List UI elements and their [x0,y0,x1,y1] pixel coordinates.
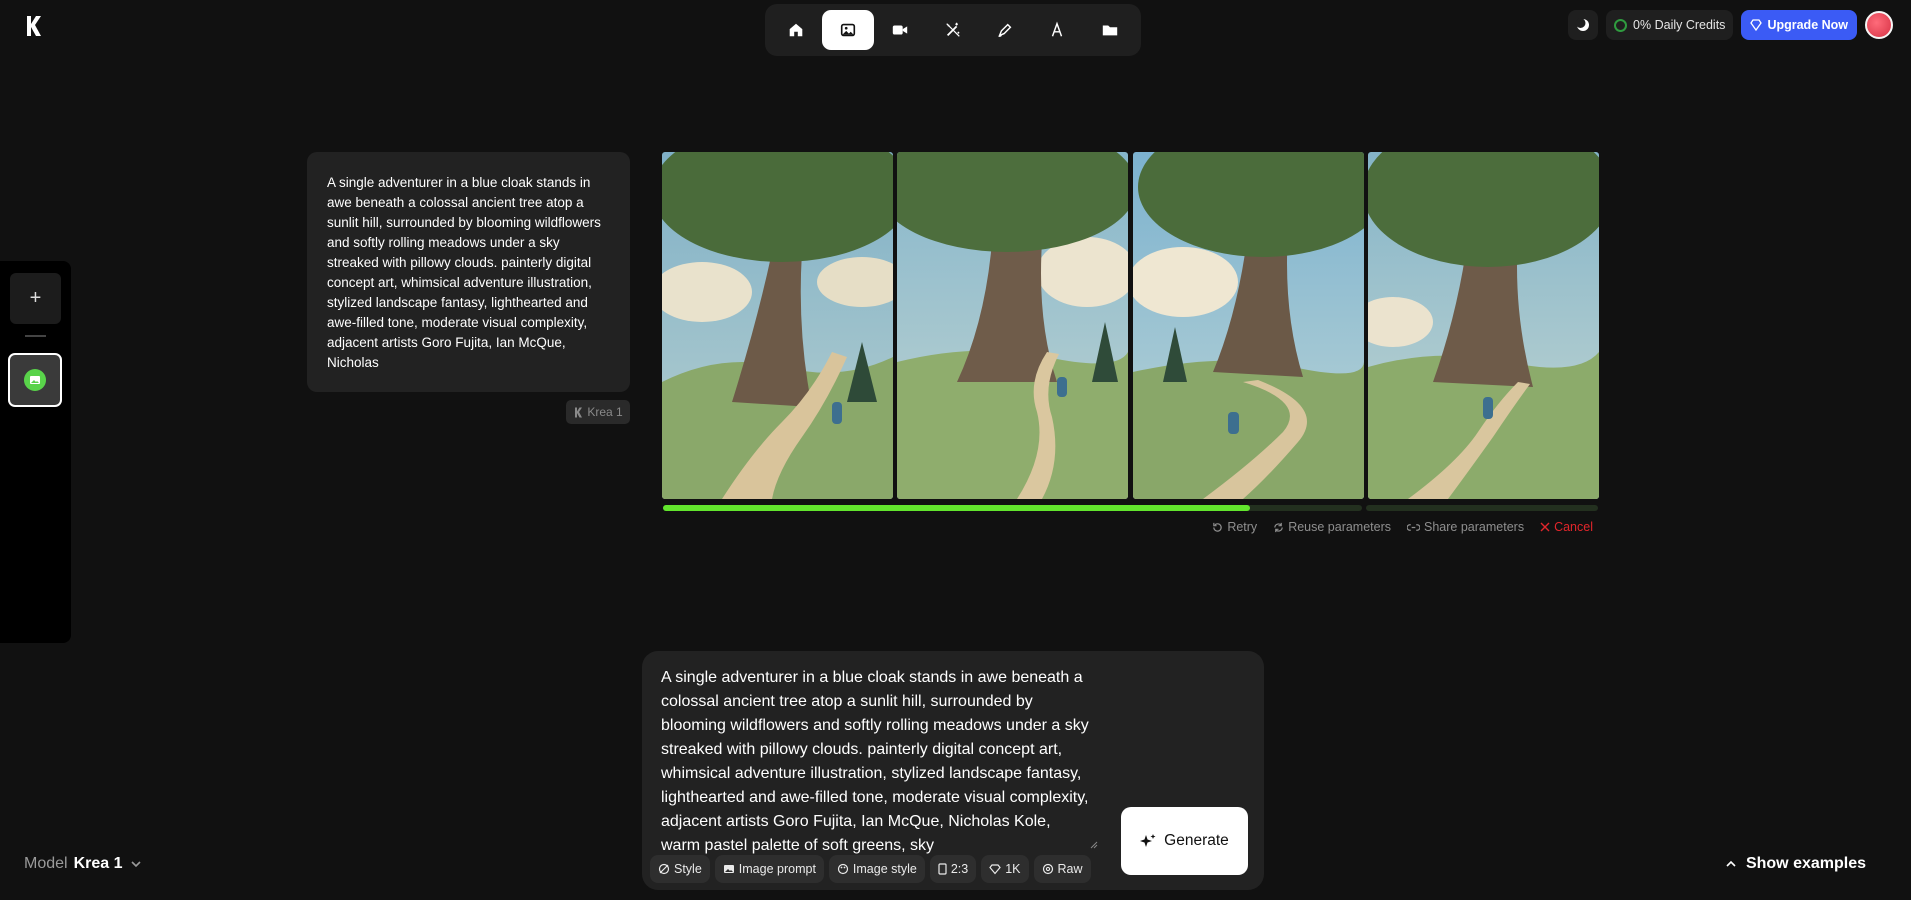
enhance-icon [946,22,960,37]
image-style-label: Image style [852,862,917,876]
progress-fill [663,505,1251,511]
aperture-icon [1042,863,1053,875]
link-icon [1407,523,1421,531]
daily-credits-button[interactable]: 0% Daily Credits [1606,10,1734,40]
aspect-ratio-chip[interactable]: 2:3 [929,855,977,883]
generated-image-1[interactable] [662,152,893,499]
user-avatar[interactable] [1865,11,1893,39]
share-label: Share parameters [1424,520,1525,534]
raw-label: Raw [1057,862,1083,876]
nav-video[interactable] [875,10,927,50]
history-thumbnail[interactable] [8,353,62,407]
model-label: Model [24,855,68,872]
edit-icon [998,23,1012,38]
upgrade-button[interactable]: Upgrade Now [1741,10,1857,40]
prompt-bubble: A single adventurer in a blue cloak stan… [307,152,630,392]
share-parameters-button[interactable]: Share parameters [1407,520,1524,534]
parameter-chips: Style Image prompt Image style 2:3 1K Ra… [650,855,1091,883]
retry-button[interactable]: Retry [1212,520,1257,534]
generate-label: Generate [1164,832,1229,849]
style-icon [658,863,670,875]
video-icon [893,25,908,35]
model-chip-label: Krea 1 [587,405,623,419]
home-icon [789,23,803,37]
prompt-composer: A single adventurer in a blue cloak stan… [642,651,1264,890]
diamond-icon [989,864,1002,875]
resize-handle-icon[interactable] [1088,839,1098,849]
progress-track-main [663,505,1362,511]
credits-ring-icon [1614,18,1628,32]
generation-actions: Retry Reuse parameters Share parameters … [1212,520,1593,534]
model-selector[interactable]: Model Krea 1 [24,855,143,873]
nav-home[interactable] [770,10,822,50]
generated-image-4[interactable] [1368,152,1599,499]
image-prompt-icon [723,865,734,873]
chevron-down-icon [130,861,141,868]
chevron-up-icon [1726,860,1736,867]
image-icon [841,23,856,37]
history-rail: + [0,261,71,643]
account-bar: 0% Daily Credits Upgrade Now [1568,10,1893,40]
reuse-icon [1274,522,1283,532]
plus-icon: + [29,287,42,309]
moon-icon [1576,18,1590,31]
nav-font[interactable] [1031,10,1083,50]
theme-toggle-button[interactable] [1568,10,1599,40]
nav-folder[interactable] [1084,10,1136,50]
font-icon [1052,21,1063,37]
image-style-chip[interactable]: Image style [828,855,925,883]
model-value: Krea 1 [73,855,123,872]
retry-icon [1213,522,1223,532]
new-generation-button[interactable]: + [10,273,61,324]
credits-label: 0% Daily Credits [1633,18,1726,32]
reuse-parameters-button[interactable]: Reuse parameters [1273,520,1391,534]
resolution-chip[interactable]: 1K [981,855,1029,883]
image-prompt-label: Image prompt [738,862,816,876]
raw-chip[interactable]: Raw [1033,855,1091,883]
show-examples-button[interactable]: Show examples [1724,855,1866,873]
diamond-icon [1750,19,1763,31]
portrait-icon [938,863,947,875]
krea-small-icon [575,407,583,417]
nav-image[interactable] [822,10,875,50]
image-prompt-chip[interactable]: Image prompt [714,855,824,883]
reuse-label: Reuse parameters [1288,520,1392,534]
generated-image-3[interactable] [1133,152,1364,499]
nav-edit[interactable] [979,10,1031,50]
upgrade-label: Upgrade Now [1767,18,1848,32]
nav-enhance[interactable] [927,10,979,50]
folder-icon [1102,25,1117,36]
generate-button[interactable]: Generate [1121,807,1248,875]
prompt-textarea[interactable]: A single adventurer in a blue cloak stan… [661,666,1091,856]
retry-label: Retry [1227,520,1258,534]
show-examples-label: Show examples [1745,855,1866,872]
close-icon [1540,522,1550,532]
krea-logo[interactable] [22,14,44,38]
generated-image-2[interactable] [897,152,1128,499]
aspect-ratio-label: 2:3 [950,862,969,876]
cancel-button[interactable]: Cancel [1540,520,1593,534]
model-chip: Krea 1 [566,400,630,424]
cancel-label: Cancel [1554,520,1593,534]
progress-track-last [1366,505,1598,511]
style-chip[interactable]: Style [650,855,710,883]
sparkle-icon [1140,834,1156,847]
image-badge-icon [24,369,46,391]
top-navigation [765,4,1141,56]
resolution-label: 1K [1005,862,1021,876]
palette-icon [837,863,849,875]
rail-divider [25,335,46,337]
style-label: Style [674,862,702,876]
krea-logo-icon [27,16,41,36]
